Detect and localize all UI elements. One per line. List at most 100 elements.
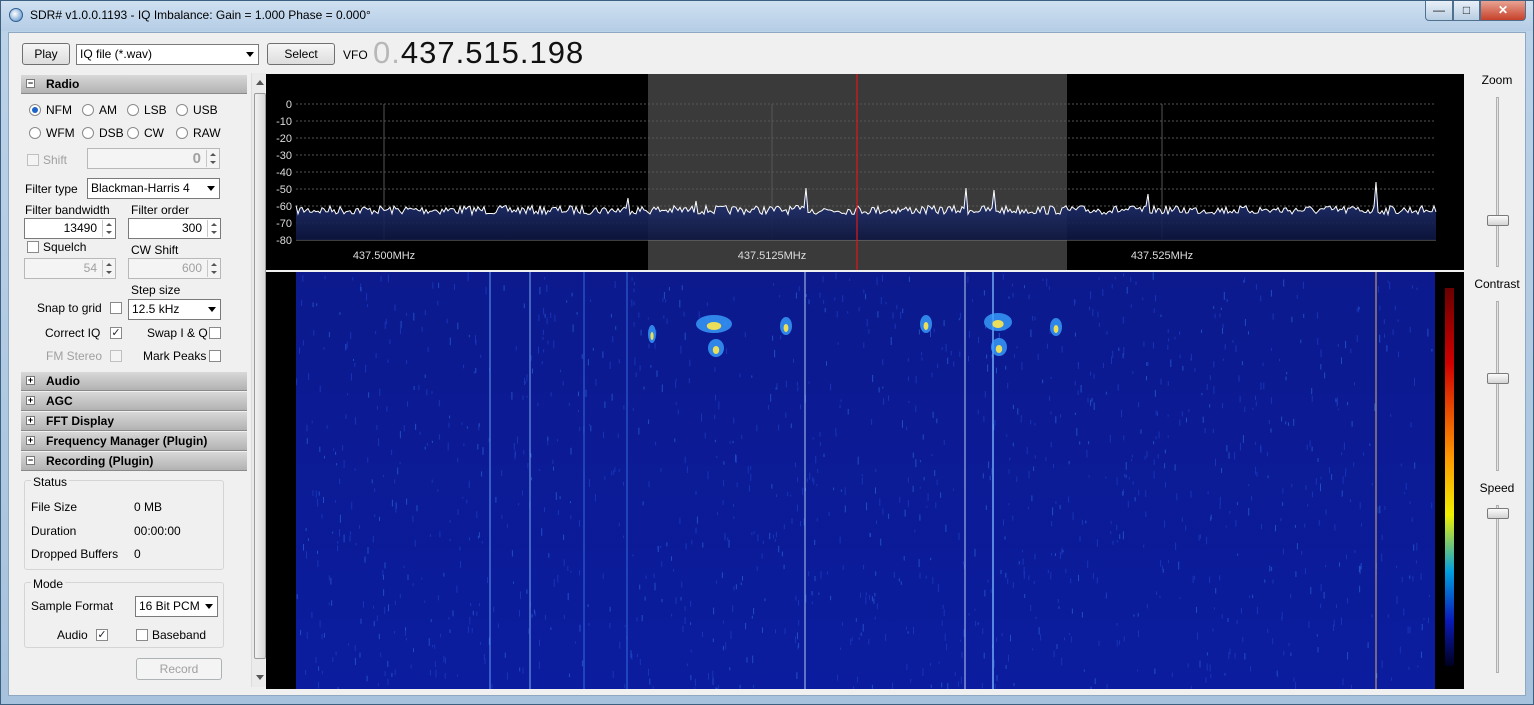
waterfall-noise-speck <box>1081 611 1083 618</box>
waterfall-noise-speck <box>1304 523 1306 528</box>
fm-stereo-checkbox[interactable] <box>110 350 122 362</box>
waterfall-noise-speck <box>367 547 369 554</box>
waterfall-noise-speck <box>1027 506 1029 510</box>
sample-format-dropdown[interactable]: 16 Bit PCM <box>135 596 218 617</box>
waterfall-noise-speck <box>706 302 708 307</box>
scroll-thumb[interactable] <box>254 93 266 659</box>
waterfall-noise-speck <box>475 339 477 346</box>
waterfall-noise-speck <box>553 340 555 349</box>
shift-input[interactable]: 0 <box>87 148 220 169</box>
waterfall-noise-speck <box>721 572 723 578</box>
waterfall-noise-speck <box>1310 586 1312 595</box>
waterfall-noise-speck <box>874 616 876 620</box>
waterfall-noise-speck <box>1168 560 1169 563</box>
waterfall-noise-speck <box>1078 574 1079 582</box>
squelch-input[interactable]: 54 <box>24 258 116 279</box>
waterfall-noise-speck <box>1328 467 1330 474</box>
scroll-down-icon[interactable] <box>256 675 264 680</box>
waterfall-noise-speck <box>1186 417 1187 423</box>
waterfall-noise-speck <box>578 391 579 397</box>
waterfall-noise-speck <box>733 516 735 519</box>
recording-section-header[interactable]: − Recording (Plugin) <box>21 452 247 471</box>
shift-checkbox[interactable] <box>27 154 39 166</box>
fft-display-section-header[interactable]: + FFT Display <box>21 412 247 431</box>
contrast-slider-track[interactable] <box>1496 301 1499 471</box>
waterfall-noise-speck <box>418 385 420 390</box>
speed-slider-thumb[interactable] <box>1487 508 1509 520</box>
waterfall-noise-speck <box>937 583 939 592</box>
mode-radio-usb[interactable] <box>176 104 188 116</box>
zoom-slider-thumb[interactable] <box>1487 214 1509 226</box>
maximize-button[interactable]: □ <box>1453 1 1480 21</box>
waterfall-noise-speck <box>1356 308 1358 312</box>
waterfall-noise-speck <box>704 432 706 439</box>
mode-radio-cw[interactable] <box>127 127 139 139</box>
play-button[interactable]: Play <box>22 43 70 65</box>
record-button[interactable]: Record <box>136 658 222 680</box>
waterfall-noise-speck <box>1219 575 1221 581</box>
waterfall-noise-speck <box>1336 604 1337 608</box>
waterfall-noise-speck <box>382 570 384 576</box>
mode-radio-nfm[interactable] <box>29 104 41 116</box>
waterfall-noise-speck <box>1347 402 1349 406</box>
audio-section-header[interactable]: + Audio <box>21 372 247 391</box>
close-button[interactable]: ✕ <box>1480 1 1526 21</box>
step-size-dropdown[interactable]: 12.5 kHz <box>128 299 221 320</box>
spinner-arrows-icon[interactable] <box>102 260 114 277</box>
mode-radio-dsb[interactable] <box>82 127 94 139</box>
waterfall-noise-speck <box>808 381 810 384</box>
minimize-button[interactable]: — <box>1425 1 1453 21</box>
source-dropdown[interactable]: IQ file (*.wav) <box>76 44 259 65</box>
waterfall-noise-speck <box>1223 291 1225 300</box>
mode-radio-am[interactable] <box>82 104 94 116</box>
spectrum-display[interactable]: 0 -10 -20 -30 -40 -50 -60 -70 -80 437.500MHz 437.… <box>266 74 1464 270</box>
filter-bandwidth-input[interactable]: 13490 <box>24 218 116 239</box>
waterfall-noise-speck <box>321 514 323 519</box>
waterfall-noise-speck <box>296 378 298 386</box>
speed-slider-track[interactable] <box>1496 505 1499 673</box>
waterfall-noise-speck <box>868 329 870 334</box>
waterfall-noise-speck <box>449 337 451 346</box>
contrast-slider-thumb[interactable] <box>1487 372 1509 384</box>
waterfall-noise-speck <box>1050 376 1052 380</box>
cw-shift-input[interactable]: 600 <box>128 258 221 279</box>
filter-order-input[interactable]: 300 <box>128 218 221 239</box>
frequency-manager-section-header[interactable]: + Frequency Manager (Plugin) <box>21 432 247 451</box>
waterfall-noise-speck <box>449 415 451 419</box>
spinner-arrows-icon[interactable] <box>206 150 218 167</box>
mode-radio-wfm[interactable] <box>29 127 41 139</box>
waterfall-noise-speck <box>1242 637 1244 643</box>
vfo-frequency-display[interactable]: 0.437.515.198 <box>373 35 584 71</box>
agc-section-header[interactable]: + AGC <box>21 392 247 411</box>
mode-radio-raw[interactable] <box>176 127 188 139</box>
squelch-checkbox[interactable] <box>27 241 39 253</box>
waterfall-noise-speck <box>919 460 921 463</box>
correct-iq-checkbox[interactable]: ✓ <box>110 327 122 339</box>
select-button[interactable]: Select <box>267 43 335 65</box>
control-panel-scrollbar[interactable] <box>251 73 267 687</box>
waterfall-noise-speck <box>776 494 777 497</box>
waterfall-noise-speck <box>1296 543 1298 550</box>
waterfall-noise-speck <box>1179 331 1181 335</box>
waterfall-noise-speck <box>797 504 798 512</box>
waterfall-display[interactable] <box>266 272 1464 689</box>
mode-radio-lsb[interactable] <box>127 104 139 116</box>
waterfall-noise-speck <box>477 535 479 539</box>
baseband-checkbox[interactable] <box>136 629 148 641</box>
waterfall-noise-speck <box>1255 284 1257 290</box>
duration-value: 00:00:00 <box>134 524 181 538</box>
radio-section-header[interactable]: − Radio <box>21 75 247 94</box>
scroll-up-icon[interactable] <box>256 80 264 85</box>
audio-record-checkbox[interactable]: ✓ <box>96 629 108 641</box>
spinner-arrows-icon[interactable] <box>207 260 219 277</box>
spinner-arrows-icon[interactable] <box>207 220 219 237</box>
swap-iq-checkbox[interactable] <box>209 327 221 339</box>
mark-peaks-checkbox[interactable] <box>209 350 221 362</box>
filter-type-dropdown[interactable]: Blackman-Harris 4 <box>87 178 220 199</box>
waterfall-noise-speck <box>1145 490 1147 497</box>
zoom-slider-track[interactable] <box>1496 97 1499 267</box>
waterfall-noise-speck <box>1323 591 1325 599</box>
snap-to-grid-checkbox[interactable] <box>110 302 122 314</box>
waterfall-noise-speck <box>1206 652 1208 656</box>
spinner-arrows-icon[interactable] <box>102 220 114 237</box>
